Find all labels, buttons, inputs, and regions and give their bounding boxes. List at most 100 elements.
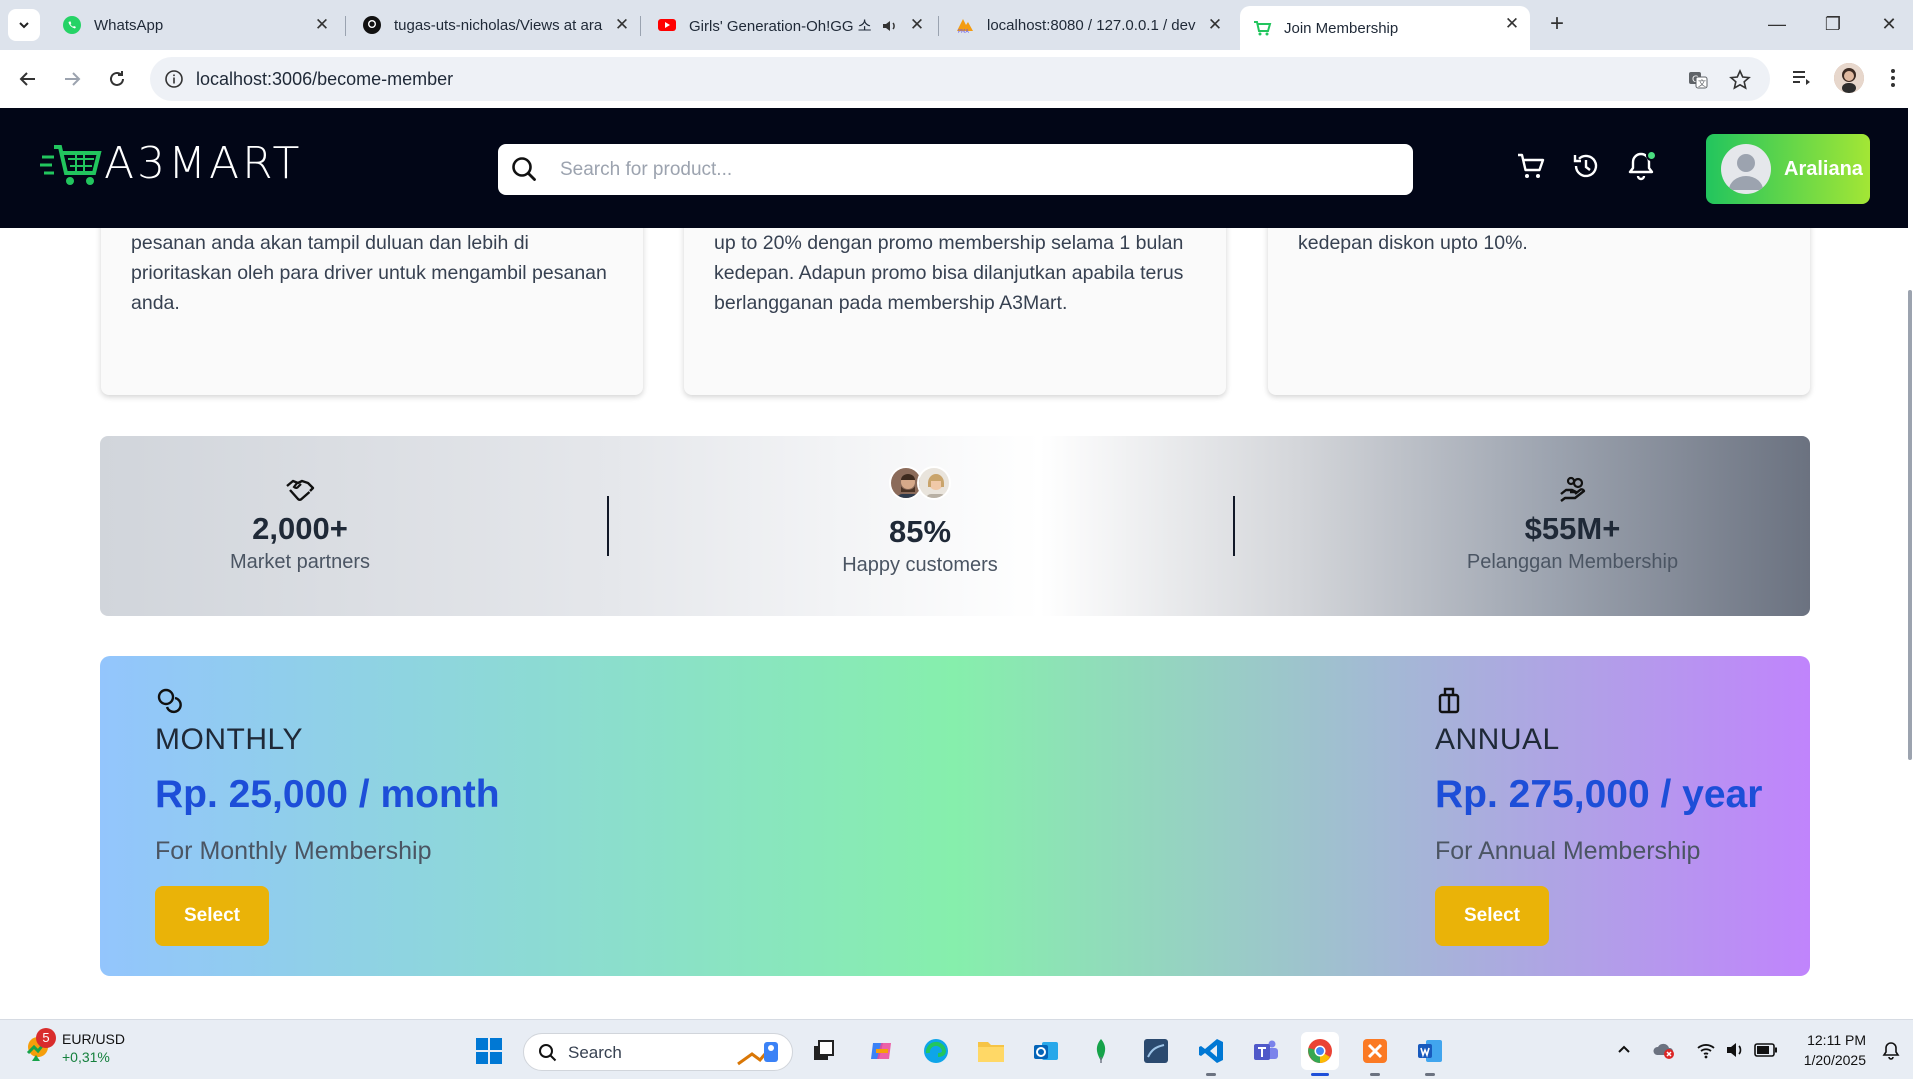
- vscode-app[interactable]: [1192, 1032, 1230, 1076]
- close-tab-icon[interactable]: ✕: [1502, 14, 1522, 34]
- close-tab-icon[interactable]: ✕: [1205, 15, 1225, 35]
- mongodb-leaf-icon: [1096, 1039, 1106, 1063]
- folder-icon: [978, 1042, 1004, 1062]
- close-window-button[interactable]: ✕: [1869, 8, 1909, 40]
- translate-icon[interactable]: G文: [1687, 69, 1709, 91]
- stat-value: 2,000+: [252, 511, 348, 546]
- start-button[interactable]: [470, 1032, 508, 1070]
- url-text[interactable]: localhost:3006/become-member: [196, 69, 453, 90]
- stat-value: 85%: [888, 514, 952, 549]
- teams-app[interactable]: [1247, 1032, 1285, 1070]
- workbench-icon: [1144, 1039, 1168, 1063]
- reload-button[interactable]: [102, 64, 132, 94]
- customer-avatars: [780, 466, 1060, 500]
- system-clock[interactable]: 12:11 PM 1/20/2025: [1796, 1030, 1866, 1070]
- site-header: A3MART Araliana: [0, 108, 1908, 228]
- outlook-app[interactable]: [1027, 1032, 1065, 1070]
- notification-dot: [1646, 150, 1657, 161]
- cart-icon: [1518, 153, 1545, 178]
- show-hidden-icons[interactable]: [1612, 1038, 1636, 1062]
- profile-avatar[interactable]: [1834, 63, 1864, 93]
- edge-app[interactable]: [917, 1032, 955, 1070]
- tab-search-button[interactable]: [8, 9, 40, 41]
- tab-separator: [345, 16, 346, 36]
- tab-github[interactable]: tugas-uts-nicholas/Views at ara ✕: [350, 7, 640, 43]
- bookmark-star-icon[interactable]: [1729, 69, 1751, 91]
- onedrive-tray[interactable]: [1652, 1038, 1676, 1062]
- membership-plans: MONTHLY Rp. 25,000 / month For Monthly M…: [100, 656, 1810, 976]
- minimize-button[interactable]: —: [1757, 8, 1797, 40]
- wifi-icon: [1697, 1044, 1715, 1059]
- battery-tray[interactable]: [1754, 1038, 1778, 1062]
- volume-tray[interactable]: [1723, 1038, 1747, 1062]
- user-avatar-icon: [1729, 154, 1763, 190]
- word-app[interactable]: [1411, 1032, 1449, 1076]
- select-annual-button[interactable]: Select: [1435, 886, 1549, 946]
- new-tab-button[interactable]: +: [1543, 10, 1571, 38]
- word-icon: [1418, 1040, 1442, 1062]
- chevron-up-icon: [1618, 1045, 1630, 1053]
- stat-divider: [607, 496, 609, 556]
- github-icon: [363, 16, 381, 34]
- search-icon: [512, 157, 536, 181]
- address-bar[interactable]: localhost:3006/become-member G文: [150, 57, 1770, 101]
- stat-value: $55M+: [1524, 511, 1621, 546]
- logo-text: A3MART: [104, 138, 303, 189]
- notifications-button[interactable]: [1623, 148, 1659, 184]
- site-logo[interactable]: A3MART: [40, 138, 302, 189]
- profile-photo-icon: [1834, 63, 1864, 93]
- tab-phpmyadmin[interactable]: PMA localhost:8080 / 127.0.0.1 / dev ✕: [943, 7, 1233, 43]
- restore-button[interactable]: ❐: [1813, 8, 1853, 40]
- plan-title: ANNUAL: [1435, 723, 1560, 756]
- copilot-app[interactable]: [862, 1032, 900, 1070]
- cart-logo-icon: [40, 144, 102, 185]
- hand-coins-icon: [1559, 476, 1585, 502]
- close-tab-icon[interactable]: ✕: [907, 15, 927, 35]
- browser-menu-button[interactable]: [1880, 65, 1906, 91]
- page-scrollbar[interactable]: [1908, 290, 1912, 760]
- history-button[interactable]: [1568, 148, 1604, 184]
- tab-whatsapp[interactable]: WhatsApp ✕: [50, 7, 340, 43]
- vscode-icon: [1199, 1039, 1223, 1063]
- stats-strip: 2,000+ Market partners 85% Happy custome…: [100, 436, 1810, 616]
- close-tab-icon[interactable]: ✕: [312, 15, 332, 35]
- forward-button[interactable]: [57, 64, 87, 94]
- stat-membership: $55M+ Pelanggan Membership: [1430, 436, 1715, 616]
- xampp-app[interactable]: [1356, 1032, 1394, 1076]
- search-input[interactable]: [560, 154, 1380, 186]
- arrow-right-icon: [65, 72, 81, 86]
- wifi-tray[interactable]: [1694, 1038, 1718, 1062]
- notification-center[interactable]: [1879, 1038, 1903, 1062]
- cart-button[interactable]: [1513, 148, 1549, 184]
- ticker-symbol: EUR/USD: [62, 1031, 126, 1047]
- close-tab-icon[interactable]: ✕: [612, 15, 632, 35]
- tab-title: WhatsApp: [94, 16, 164, 34]
- battery-icon: [1754, 1043, 1777, 1057]
- stat-happy-customers: 85% Happy customers: [780, 436, 1060, 616]
- tab-youtube[interactable]: Girls' Generation-Oh!GG 소 ✕: [645, 7, 935, 43]
- chrome-icon: [1308, 1039, 1332, 1063]
- plan-description: For Monthly Membership: [155, 837, 432, 865]
- product-search[interactable]: [498, 144, 1413, 195]
- search-highlight-icon: [737, 1042, 778, 1066]
- copilot-icon: [871, 1043, 891, 1059]
- customer-avatar: [917, 466, 951, 500]
- reading-list-button[interactable]: [1788, 65, 1814, 91]
- stock-ticker-widget[interactable]: 5 EUR/USD +0,31%: [22, 1028, 126, 1066]
- feature-text: up to 20% dengan promo membership selama…: [714, 232, 1184, 314]
- back-button[interactable]: [13, 64, 43, 94]
- site-info-icon[interactable]: [164, 69, 184, 89]
- mongodb-app[interactable]: [1082, 1032, 1120, 1070]
- taskbar-search[interactable]: Search: [523, 1033, 793, 1071]
- select-monthly-button[interactable]: Select: [155, 886, 269, 946]
- tab-join-membership[interactable]: Join Membership ✕: [1240, 6, 1530, 50]
- mysql-workbench-app[interactable]: [1137, 1032, 1175, 1070]
- chrome-app[interactable]: [1301, 1032, 1339, 1076]
- speaker-icon: [1727, 1043, 1742, 1057]
- tab-title: Join Membership: [1284, 19, 1399, 37]
- file-explorer-app[interactable]: [972, 1032, 1010, 1070]
- speaker-icon[interactable]: [881, 17, 899, 35]
- user-profile-button[interactable]: Araliana: [1706, 134, 1870, 204]
- tab-title: tugas-uts-nicholas/Views at ara: [394, 16, 603, 34]
- task-view-button[interactable]: [805, 1032, 843, 1070]
